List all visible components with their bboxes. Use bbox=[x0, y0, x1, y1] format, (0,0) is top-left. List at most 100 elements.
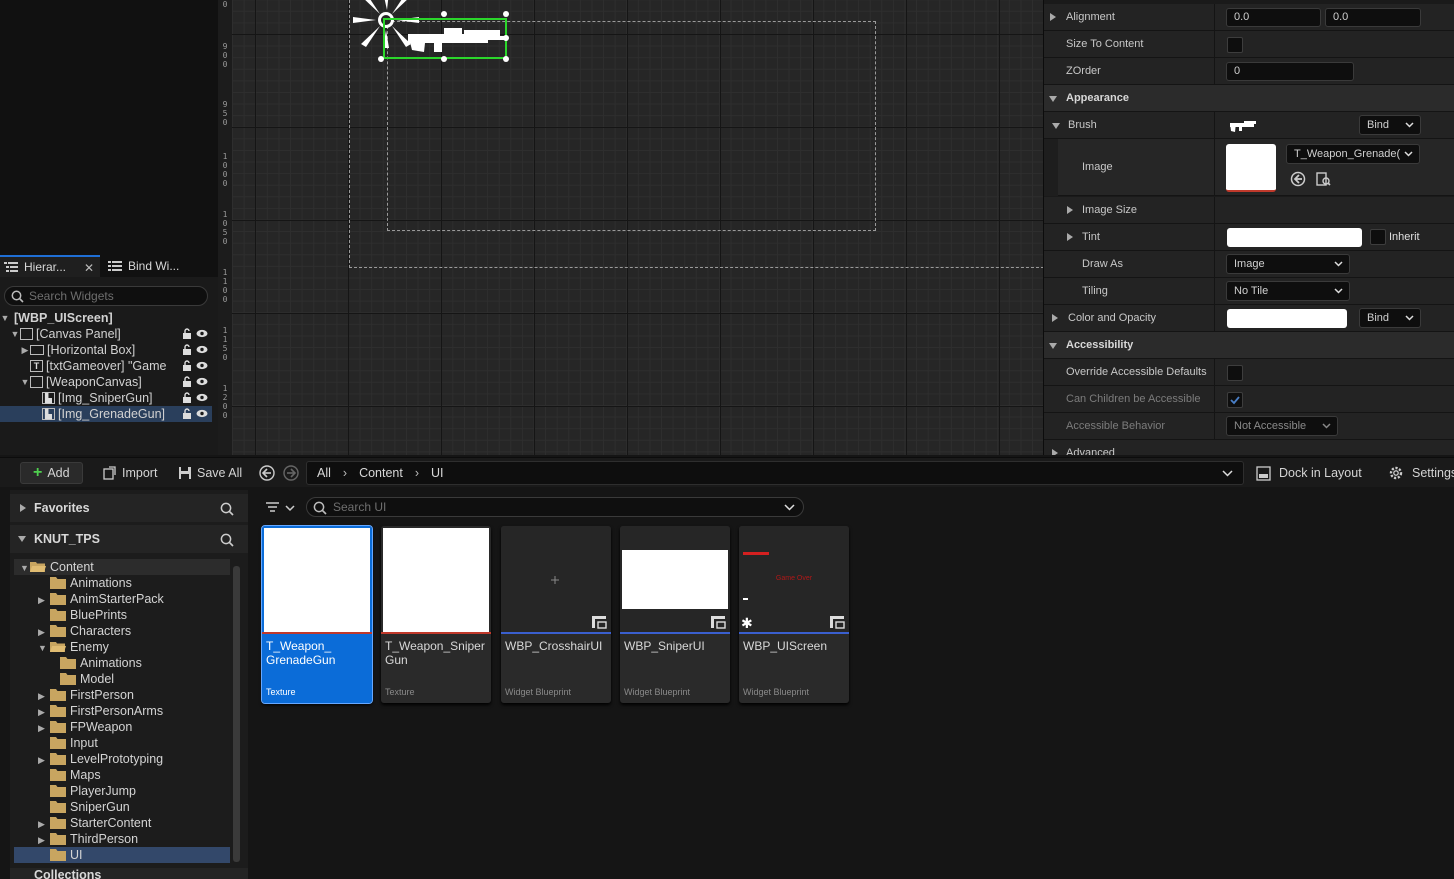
tab-bind-widgets[interactable]: Bind Wi... bbox=[104, 255, 214, 277]
folder-ui[interactable]: UI bbox=[14, 847, 230, 863]
tree-item-img-grenadegun[interactable]: ▙ [Img_GrenadeGun] bbox=[0, 406, 212, 422]
expand-arrow-icon[interactable] bbox=[1067, 206, 1073, 214]
resize-handle[interactable] bbox=[441, 11, 447, 17]
expand-arrow-icon[interactable] bbox=[1050, 13, 1056, 21]
unlock-icon[interactable] bbox=[182, 392, 192, 403]
folder-scrollbar[interactable] bbox=[233, 566, 240, 862]
folder-snipergun[interactable]: SniperGun bbox=[14, 799, 230, 815]
inherit-checkbox[interactable] bbox=[1370, 229, 1386, 245]
search-icon[interactable] bbox=[220, 502, 234, 516]
chevron-down-icon[interactable]: ▼ bbox=[38, 643, 47, 653]
breadcrumb-item[interactable]: Content bbox=[359, 466, 403, 480]
tab-hierarchy[interactable]: Hierar... ✕ bbox=[0, 255, 100, 277]
image-thumbnail[interactable] bbox=[1226, 144, 1276, 192]
folder-levelprototyping[interactable]: ▶ LevelPrototyping bbox=[14, 751, 230, 767]
chevron-right-icon[interactable]: ▶ bbox=[38, 819, 45, 830]
tree-item-wbp-uiscreen[interactable]: ▼ [WBP_UIScreen] bbox=[0, 310, 212, 326]
use-selected-asset-icon[interactable] bbox=[1290, 171, 1306, 187]
folder-fpweapon[interactable]: ▶ FPWeapon bbox=[14, 719, 230, 735]
import-button[interactable]: Import bbox=[103, 462, 157, 484]
chevron-right-icon[interactable]: ▶ bbox=[38, 755, 45, 766]
zorder-input[interactable]: 0 bbox=[1226, 62, 1354, 81]
settings-button[interactable]: Settings bbox=[1388, 462, 1454, 484]
unlock-icon[interactable] bbox=[182, 344, 192, 355]
category-accessibility[interactable]: Accessibility bbox=[1044, 332, 1454, 359]
breadcrumb-item[interactable]: All bbox=[317, 466, 331, 480]
resize-handle[interactable] bbox=[441, 56, 447, 62]
expand-arrow-icon[interactable] bbox=[1052, 449, 1058, 455]
browse-asset-icon[interactable] bbox=[1315, 171, 1331, 187]
add-button[interactable]: + Add bbox=[20, 462, 83, 484]
expand-arrow-icon[interactable] bbox=[1067, 233, 1073, 241]
collections-header[interactable]: Collections bbox=[10, 868, 248, 879]
accessible-behavior-dropdown[interactable]: Not Accessible bbox=[1226, 416, 1338, 436]
close-icon[interactable]: ✕ bbox=[84, 261, 94, 275]
unlock-icon[interactable] bbox=[182, 360, 192, 371]
search-assets-input[interactable]: Search UI bbox=[306, 497, 804, 517]
category-advanced[interactable]: Advanced bbox=[1044, 440, 1454, 455]
chevron-right-icon[interactable]: ▶ bbox=[38, 723, 45, 734]
expand-arrow-icon[interactable] bbox=[1052, 314, 1058, 322]
category-appearance[interactable]: Appearance bbox=[1044, 85, 1454, 112]
tree-item-weapon-canvas[interactable]: ▼ [WeaponCanvas] bbox=[0, 374, 212, 390]
chevron-down-icon[interactable]: ▼ bbox=[20, 377, 30, 387]
folder-thirdperson[interactable]: ▶ ThirdPerson bbox=[14, 831, 230, 847]
designer-viewport[interactable] bbox=[218, 0, 1043, 455]
draw-as-dropdown[interactable]: Image bbox=[1226, 254, 1350, 274]
resize-handle[interactable] bbox=[378, 56, 384, 62]
folder-playerjump[interactable]: PlayerJump bbox=[14, 783, 230, 799]
chevron-down-icon[interactable] bbox=[784, 504, 795, 511]
asset-wbp-uiscreen[interactable]: Game Over ✱ WBP_UIScreen Widget Blueprin… bbox=[739, 526, 849, 703]
brush-bind-dropdown[interactable]: Bind bbox=[1359, 115, 1421, 135]
chevron-down-icon[interactable]: ▼ bbox=[20, 563, 29, 573]
eye-icon[interactable] bbox=[196, 329, 208, 338]
collapse-arrow-icon[interactable] bbox=[1049, 343, 1057, 349]
folder-animstarterpack[interactable]: ▶ AnimStarterPack bbox=[14, 591, 230, 607]
folder-input[interactable]: Input bbox=[14, 735, 230, 751]
alignment-x-input[interactable]: 0.0 bbox=[1226, 8, 1321, 27]
favorites-header[interactable]: Favorites bbox=[10, 494, 248, 522]
dock-in-layout-button[interactable]: Dock in Layout bbox=[1256, 462, 1362, 484]
search-icon[interactable] bbox=[220, 533, 234, 547]
eye-icon[interactable] bbox=[196, 377, 208, 386]
folder-firstpersonarms[interactable]: ▶ FirstPersonArms bbox=[14, 703, 230, 719]
folder-enemy[interactable]: ▼ Enemy bbox=[14, 639, 230, 655]
filter-icon[interactable] bbox=[265, 501, 297, 515]
folder-content[interactable]: ▼ Content bbox=[14, 559, 230, 575]
folder-maps[interactable]: Maps bbox=[14, 767, 230, 783]
search-widgets-input[interactable]: Search Widgets bbox=[4, 286, 208, 306]
asset-wbp-sniperui[interactable]: WBP_SniperUI Widget Blueprint bbox=[620, 526, 730, 703]
chevron-right-icon[interactable]: ▶ bbox=[38, 835, 45, 846]
asset-t-weapon-grenadegun[interactable]: T_Weapon_ GrenadeGun Texture bbox=[261, 525, 373, 704]
chevron-down-icon[interactable]: ▼ bbox=[10, 329, 20, 339]
back-icon[interactable] bbox=[259, 465, 275, 481]
folder-firstperson[interactable]: ▶ FirstPerson bbox=[14, 687, 230, 703]
folder-animations[interactable]: Animations bbox=[14, 575, 230, 591]
chevron-right-icon[interactable]: ▶ bbox=[38, 691, 45, 702]
tree-item-horizontal-box[interactable]: ▶ [Horizontal Box] bbox=[0, 342, 212, 358]
resize-handle[interactable] bbox=[503, 11, 509, 17]
eye-icon[interactable] bbox=[196, 409, 208, 418]
expand-arrow-icon[interactable] bbox=[20, 504, 26, 512]
color-opacity-swatch[interactable] bbox=[1227, 309, 1347, 328]
folder-startercontent[interactable]: ▶ StarterContent bbox=[14, 815, 230, 831]
color-bind-dropdown[interactable]: Bind bbox=[1359, 308, 1421, 328]
chevron-right-icon[interactable]: ▶ bbox=[38, 627, 45, 638]
eye-icon[interactable] bbox=[196, 393, 208, 402]
chevron-down-icon[interactable] bbox=[1222, 470, 1233, 477]
folder-blueprints[interactable]: BluePrints bbox=[14, 607, 230, 623]
tree-item-canvas-panel[interactable]: ▼ [Canvas Panel] bbox=[0, 326, 212, 342]
chevron-right-icon[interactable]: ▶ bbox=[38, 707, 45, 718]
tiling-dropdown[interactable]: No Tile bbox=[1226, 281, 1350, 301]
alignment-y-input[interactable]: 0.0 bbox=[1325, 8, 1421, 27]
collapse-arrow-icon[interactable] bbox=[1049, 96, 1057, 102]
children-accessible-checkbox[interactable] bbox=[1227, 392, 1243, 408]
folder-enemy-animations[interactable]: Animations bbox=[14, 655, 230, 671]
collapse-arrow-icon[interactable] bbox=[18, 536, 26, 542]
save-all-button[interactable]: Save All bbox=[178, 462, 242, 484]
eye-icon[interactable] bbox=[196, 345, 208, 354]
tint-color-swatch[interactable] bbox=[1227, 228, 1362, 247]
folder-model[interactable]: Model bbox=[14, 671, 230, 687]
unlock-icon[interactable] bbox=[182, 408, 192, 419]
size-to-content-checkbox[interactable] bbox=[1227, 37, 1243, 53]
